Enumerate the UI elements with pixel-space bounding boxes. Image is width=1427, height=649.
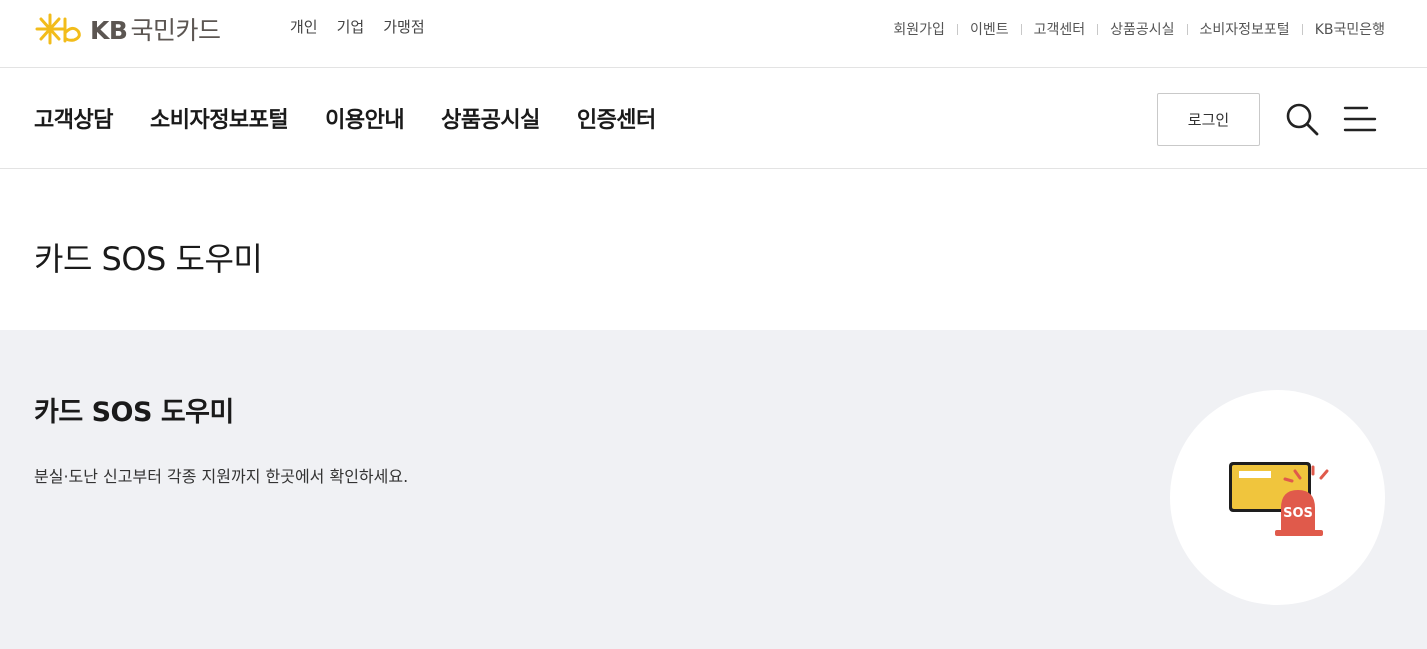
logo-text: KB 국민카드: [90, 11, 221, 47]
logo-text-en: KB: [90, 16, 128, 45]
page-title: 카드 SOS 도우미: [34, 240, 263, 278]
hamburger-menu-icon: [1343, 106, 1377, 132]
sos-illustration-circle: SOS: [1170, 390, 1385, 605]
gnb-item-product-disclosure[interactable]: 상품공시실: [441, 102, 540, 134]
gnb-item-usage-guide[interactable]: 이용안내: [325, 102, 404, 134]
sos-intro-section: 카드 SOS 도우미 분실·도난 신고부터 각종 지원까지 한곳에서 확인하세요…: [0, 330, 1427, 649]
sos-label: SOS: [1283, 506, 1313, 521]
card-sos-siren-icon: SOS: [1229, 462, 1329, 536]
search-icon: [1286, 103, 1319, 136]
all-menu-button[interactable]: [1343, 104, 1377, 134]
utility-nav: 회원가입 이벤트 고객센터 상품공시실 소비자정보포털 KB국민은행: [893, 19, 1385, 39]
logo-text-ko: 국민카드: [130, 16, 221, 45]
util-consumer-portal-link[interactable]: 소비자정보포털: [1200, 19, 1290, 39]
section-description: 분실·도난 신고부터 각종 지원까지 한곳에서 확인하세요.: [34, 467, 409, 486]
top-bar: KB 국민카드 개인 기업 가맹점 회원가입 이벤트 고객센터 상품공시실 소비자…: [0, 0, 1427, 68]
tab-merchant[interactable]: 가맹점: [383, 16, 424, 37]
login-button[interactable]: 로그인: [1157, 93, 1260, 146]
main-navigation: 고객상담 소비자정보포털 이용안내 상품공시실 인증센터 로그인: [0, 68, 1427, 169]
gnb-item-consulting[interactable]: 고객상담: [34, 102, 113, 134]
kb-star-logo-icon: [35, 13, 81, 45]
gnb-item-consumer-portal[interactable]: 소비자정보포털: [150, 102, 289, 134]
gnb-item-certification-center[interactable]: 인증센터: [577, 102, 656, 134]
util-customer-center-link[interactable]: 고객센터: [1034, 19, 1086, 39]
section-title: 카드 SOS 도우미: [34, 397, 234, 428]
tab-personal[interactable]: 개인: [290, 16, 318, 37]
kb-kookmin-card-logo[interactable]: KB 국민카드: [34, 11, 221, 47]
divider: [1186, 23, 1188, 35]
gnb-menu: 고객상담 소비자정보포털 이용안내 상품공시실 인증센터: [34, 102, 656, 134]
divider: [1301, 23, 1303, 35]
divider: [1097, 23, 1099, 35]
customer-type-tabs: 개인 기업 가맹점: [290, 16, 425, 37]
divider: [1020, 23, 1022, 35]
util-signup-link[interactable]: 회원가입: [893, 19, 945, 39]
divider: [956, 23, 958, 35]
util-event-link[interactable]: 이벤트: [970, 19, 1009, 39]
util-kb-bank-link[interactable]: KB국민은행: [1315, 19, 1385, 39]
util-product-disclosure-link[interactable]: 상품공시실: [1110, 19, 1174, 39]
search-button[interactable]: [1284, 101, 1320, 137]
tab-corporate[interactable]: 기업: [337, 16, 365, 37]
